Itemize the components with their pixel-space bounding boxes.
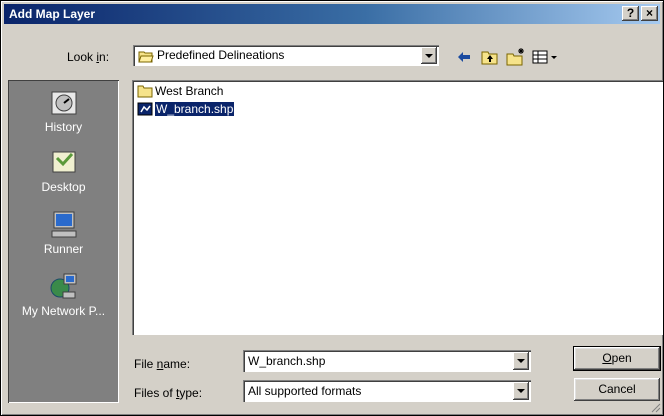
- new-folder-icon: [506, 48, 524, 66]
- chevron-down-icon: [517, 359, 525, 363]
- dialog-title: Add Map Layer: [9, 7, 96, 21]
- look-in-value: Predefined Delineations: [157, 48, 285, 62]
- look-in-label: Look in:: [67, 50, 110, 64]
- shapefile-icon: [137, 102, 153, 116]
- back-arrow-icon: [458, 52, 470, 62]
- file-list[interactable]: West Branch W_branch.shp: [132, 80, 663, 335]
- chevron-down-icon: [517, 389, 525, 393]
- view-menu-icon: [532, 50, 557, 64]
- chevron-down-icon: [425, 53, 433, 58]
- computer-icon: [51, 211, 76, 238]
- files-of-type-value: All supported formats: [248, 384, 362, 398]
- desktop-icon: [52, 151, 75, 173]
- place-desktop[interactable]: Desktop: [8, 146, 119, 194]
- list-item-folder[interactable]: West Branch: [137, 83, 223, 99]
- list-item-label: West Branch: [155, 84, 224, 98]
- network-icon: [50, 273, 76, 299]
- new-folder-button[interactable]: [505, 47, 527, 67]
- file-name-dropdown-button[interactable]: [513, 352, 529, 370]
- folder-icon: [137, 85, 153, 98]
- cancel-button[interactable]: Cancel: [574, 378, 660, 401]
- place-history-label: History: [44, 120, 83, 134]
- places-bar: History Desktop Runner My Network P...: [8, 80, 119, 403]
- place-history[interactable]: History: [8, 86, 119, 134]
- add-map-layer-dialog: Add Map Layer ? × Look in: Predefined De…: [0, 0, 664, 416]
- open-button[interactable]: Open: [573, 346, 661, 371]
- place-desktop-label: Desktop: [41, 180, 86, 194]
- file-name-label: File name:: [134, 357, 191, 371]
- title-bar[interactable]: Add Map Layer ? ×: [4, 4, 660, 24]
- resize-grip-icon[interactable]: [649, 401, 661, 413]
- files-of-type-dropdown-button[interactable]: [513, 382, 529, 400]
- view-menu-button[interactable]: [530, 47, 560, 67]
- history-icon: [51, 91, 76, 115]
- close-button[interactable]: ×: [641, 6, 658, 21]
- list-item-file-selected[interactable]: W_branch.shp: [137, 101, 236, 117]
- look-in-select[interactable]: Predefined Delineations: [133, 45, 439, 66]
- file-name-value: W_branch.shp: [248, 354, 326, 368]
- list-item-label: W_branch.shp: [153, 101, 236, 117]
- back-button[interactable]: [453, 47, 475, 67]
- files-of-type-label: Files of type:: [134, 386, 203, 400]
- look-in-dropdown-button[interactable]: [421, 47, 437, 64]
- folder-open-icon: [138, 51, 154, 63]
- up-folder-icon: [481, 51, 498, 65]
- file-name-input[interactable]: W_branch.shp: [243, 350, 531, 372]
- up-one-level-button[interactable]: [479, 47, 501, 67]
- help-button[interactable]: ?: [622, 6, 639, 21]
- place-runner[interactable]: Runner: [8, 208, 119, 256]
- files-of-type-select[interactable]: All supported formats: [243, 380, 531, 402]
- place-network-label: My Network P...: [21, 304, 106, 318]
- place-network[interactable]: My Network P...: [8, 270, 119, 318]
- place-runner-label: Runner: [43, 242, 84, 256]
